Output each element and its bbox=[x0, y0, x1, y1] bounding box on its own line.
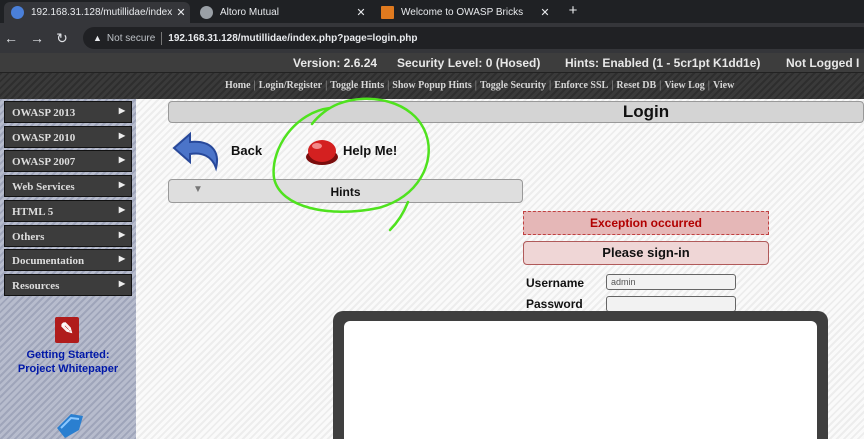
getting-started-link[interactable]: Getting Started: Project Whitepaper bbox=[0, 348, 136, 376]
arrow-right-icon: ▶ bbox=[118, 254, 125, 263]
version-text: Version: 2.6.24 bbox=[293, 56, 378, 70]
top-menu-bar: Home | Login/Register | Toggle Hints | Show Po… bbox=[0, 73, 864, 99]
menu-show-popup-hints[interactable]: Show Popup Hints bbox=[392, 80, 471, 91]
login-status-text: Not Logged I bbox=[786, 56, 860, 70]
browser-toolbar: ← → ↻ ▲ Not secure 192.168.31.128/mutill… bbox=[0, 23, 864, 53]
tab-title: Welcome to OWASP Bricks bbox=[401, 7, 524, 18]
sidebar-item-owasp-2010[interactable]: OWASP 2010 ▶ bbox=[4, 126, 132, 148]
sidebar-item-label: Documentation bbox=[12, 255, 85, 267]
menu-home[interactable]: Home bbox=[225, 80, 251, 91]
menu-separator: | bbox=[707, 80, 710, 91]
menu-login-register[interactable]: Login/Register bbox=[259, 80, 322, 91]
browser-tab-strip: 192.168.31.128/mutillidae/index. ✕ Altor… bbox=[0, 0, 864, 23]
sidebar-item-label: Web Services bbox=[12, 181, 75, 193]
sidebar-item-html5[interactable]: HTML 5 ▶ bbox=[4, 200, 132, 222]
sidebar-item-label: HTML 5 bbox=[12, 206, 54, 218]
arrow-right-icon: ▶ bbox=[118, 155, 125, 164]
arrow-right-icon: ▶ bbox=[118, 106, 125, 115]
overlay-dialog-body bbox=[344, 321, 817, 439]
menu-separator: | bbox=[549, 80, 552, 91]
close-tab-icon[interactable]: ✕ bbox=[536, 6, 554, 19]
forward-arrow-icon[interactable]: → bbox=[28, 29, 46, 47]
sidebar-item-label: Resources bbox=[12, 280, 60, 292]
username-label: Username bbox=[526, 276, 585, 290]
sidebar-item-owasp-2013[interactable]: OWASP 2013 ▶ bbox=[4, 101, 132, 123]
tab-altoro[interactable]: Altoro Mutual ✕ bbox=[193, 2, 370, 23]
back-arrow-button-icon[interactable] bbox=[172, 130, 222, 172]
divider bbox=[161, 31, 163, 45]
sidebar-item-documentation[interactable]: Documentation ▶ bbox=[4, 249, 132, 271]
status-bar: Version: 2.6.24 Security Level: 0 (Hosed… bbox=[0, 53, 864, 73]
sidebar-item-owasp-2007[interactable]: OWASP 2007 ▶ bbox=[4, 150, 132, 172]
arrow-right-icon: ▶ bbox=[118, 180, 125, 189]
back-button[interactable]: Back bbox=[231, 143, 262, 158]
menu-separator: | bbox=[253, 80, 256, 91]
sidebar-item-web-services[interactable]: Web Services ▶ bbox=[4, 175, 132, 197]
menu-view-log[interactable]: View Log bbox=[664, 80, 704, 91]
menu-toggle-hints[interactable]: Toggle Hints bbox=[330, 80, 384, 91]
bricks-favicon-icon bbox=[381, 6, 394, 19]
tab-title: Altoro Mutual bbox=[220, 7, 279, 18]
close-tab-icon[interactable]: ✕ bbox=[172, 6, 190, 19]
security-status: Not secure bbox=[106, 32, 156, 44]
menu-separator: | bbox=[474, 80, 477, 91]
new-tab-plus-icon[interactable]: + bbox=[563, 2, 583, 21]
red-button-icon[interactable] bbox=[304, 136, 340, 166]
menu-enforce-ssl[interactable]: Enforce SSL bbox=[554, 80, 608, 91]
tab-owasp-bricks[interactable]: Welcome to OWASP Bricks ✕ bbox=[374, 2, 554, 23]
password-label: Password bbox=[526, 297, 583, 311]
security-level-text: Security Level: 0 (Hosed) bbox=[397, 56, 541, 70]
sign-in-heading: Please sign-in bbox=[523, 241, 769, 265]
tab-mutillidae[interactable]: 192.168.31.128/mutillidae/index. ✕ bbox=[4, 2, 190, 23]
back-arrow-icon[interactable]: ← bbox=[2, 29, 20, 47]
getting-started-text: Getting Started: bbox=[26, 349, 110, 361]
url-text: 192.168.31.128/mutillidae/index.php?page… bbox=[168, 32, 418, 44]
hints-label: Hints bbox=[330, 185, 361, 199]
tool-icon[interactable] bbox=[53, 406, 87, 439]
pdf-icon[interactable]: ✎ bbox=[55, 317, 79, 343]
arrow-right-icon: ▶ bbox=[118, 205, 125, 214]
exception-message: Exception occurred bbox=[523, 211, 769, 235]
sidebar-item-others[interactable]: Others ▶ bbox=[4, 225, 132, 247]
sidebar-item-resources[interactable]: Resources ▶ bbox=[4, 274, 132, 296]
menu-view[interactable]: View bbox=[713, 80, 734, 91]
whitepaper-text: Project Whitepaper bbox=[17, 363, 119, 375]
menu-reset-db[interactable]: Reset DB bbox=[616, 80, 656, 91]
password-input[interactable] bbox=[606, 296, 736, 312]
warning-triangle-icon: ▲ bbox=[93, 33, 102, 43]
sidebar-item-label: Others bbox=[12, 231, 45, 243]
address-bar[interactable]: ▲ Not secure 192.168.31.128/mutillidae/i… bbox=[83, 27, 864, 49]
reload-icon[interactable]: ↻ bbox=[53, 29, 71, 47]
top-menu: Home | Login/Register | Toggle Hints | Show Po… bbox=[225, 80, 734, 91]
sidebar-item-label: OWASP 2013 bbox=[12, 107, 76, 119]
arrow-right-icon: ▶ bbox=[118, 230, 125, 239]
menu-toggle-security[interactable]: Toggle Security bbox=[480, 80, 546, 91]
arrow-right-icon: ▶ bbox=[118, 131, 125, 140]
hints-toggle-bar[interactable]: ▼ Hints bbox=[168, 179, 523, 203]
username-input[interactable] bbox=[606, 274, 736, 290]
hints-status-text: Hints: Enabled (1 - 5cr1pt K1dd1e) bbox=[565, 56, 761, 70]
close-tab-icon[interactable]: ✕ bbox=[352, 6, 370, 19]
mutillidae-favicon-icon bbox=[11, 6, 24, 19]
sidebar-item-label: OWASP 2007 bbox=[12, 156, 76, 168]
globe-icon bbox=[200, 6, 213, 19]
tab-title: 192.168.31.128/mutillidae/index. bbox=[31, 7, 172, 18]
arrow-right-icon: ▶ bbox=[118, 279, 125, 288]
page-title: Login bbox=[168, 101, 864, 123]
sidebar-item-label: OWASP 2010 bbox=[12, 132, 76, 144]
help-me-button[interactable]: Help Me! bbox=[343, 143, 397, 158]
